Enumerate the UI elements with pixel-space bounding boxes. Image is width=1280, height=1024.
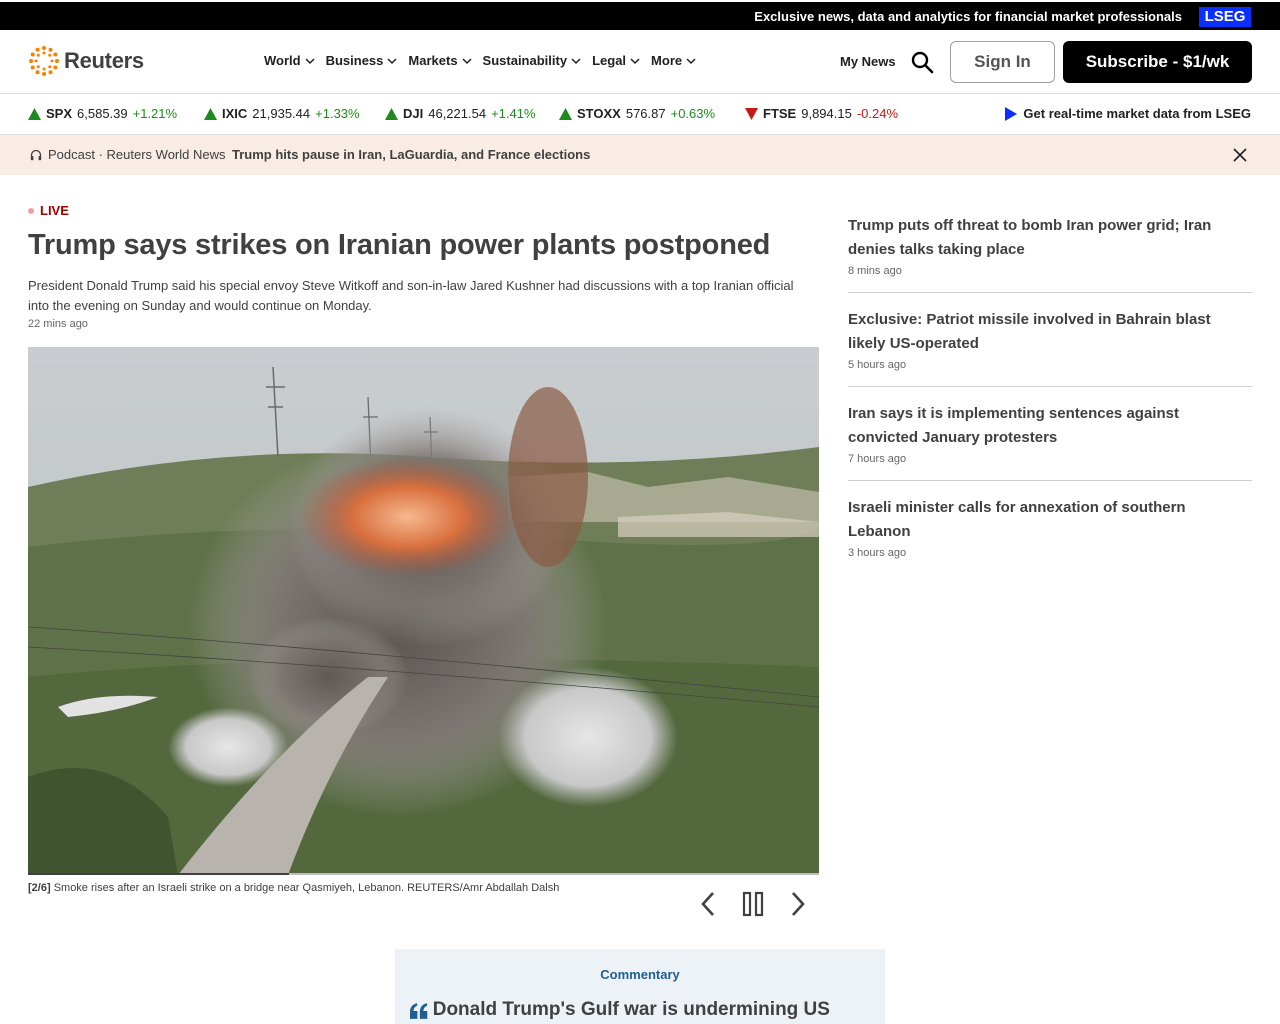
story-item[interactable]: Israeli minister calls for annexation of… [848,496,1252,574]
triangle-up-icon [28,107,41,120]
chevron-down-icon [462,57,472,64]
podcast-bar[interactable]: Podcast · Reuters World News Trump hits … [0,135,1280,175]
commentary-box[interactable]: Commentary Donald Trump's Gulf war is un… [395,949,885,1024]
chevron-down-icon [571,57,581,64]
ticker-change: +1.41% [491,106,536,121]
ticker-item-ftse[interactable]: FTSE 9,894.15 -0.24% [745,106,898,121]
chevron-down-icon [686,57,696,64]
reuters-logo[interactable]: Reuters [28,45,144,77]
ticker-value: 21,935.44 [252,106,311,121]
ticker-item-dji[interactable]: DJI 46,221.54 +1.41% [385,106,536,121]
story-item[interactable]: Iran says it is implementing sentences a… [848,402,1252,481]
ticker-value: 576.87 [625,106,666,121]
realtime-label: Get real-time market data from LSEG [1023,106,1251,121]
ticker-change: +0.63% [670,106,716,121]
live-dot [28,207,34,214]
nav-label: Sustainability [482,53,568,68]
story-time: 8 mins ago [848,265,902,277]
nav-label: Legal [592,53,627,68]
lead-timestamp: 22 mins ago [28,318,88,330]
ticker-symbol: STOXX [577,106,621,121]
ticker-item-spx[interactable]: SPX 6,585.39 +1.21% [28,106,177,121]
quote-icon [409,1003,428,1019]
nav-business[interactable]: Business [326,53,398,68]
nav-label: World [264,53,301,68]
ticker-symbol: FTSE [763,106,797,121]
nav-markets[interactable]: Markets [408,53,472,68]
nav-more[interactable]: More [651,53,696,68]
logo-text: Reuters [64,48,144,73]
triangle-up-icon [204,107,217,120]
story-title[interactable]: Iran says it is implementing sentences a… [848,402,1252,450]
commentary-label: Commentary [600,967,680,982]
lead-photo[interactable] [28,347,819,875]
caption-text: Smoke rises after an Israeli strike on a… [53,882,560,894]
promo-bar[interactable]: Exclusive news, data and analytics for f… [0,0,1280,30]
ticker-change: +1.21% [132,106,178,121]
nav-label: Markets [408,53,458,68]
strike-photo-image [28,347,819,875]
nav-label: Business [325,53,384,68]
caption-index: [2/6] [28,882,51,894]
commentary-headline[interactable]: Donald Trump's Gulf war is undermining U… [409,999,885,1024]
ticker-change: -0.24% [856,106,899,121]
story-title[interactable]: Israeli minister calls for annexation of… [848,496,1252,544]
lead-summary: President Donald Trump said his special … [28,278,794,313]
market-ticker: SPX 6,585.39 +1.21% IXIC 21,935.44 +1.33… [0,95,1280,135]
lead-headline[interactable]: Trump says strikes on Iranian power plan… [28,229,818,262]
previous-photo-button[interactable] [695,890,723,918]
lseg-badge[interactable]: LSEG [1199,7,1251,27]
chevron-down-icon [630,57,640,64]
subscribe-button[interactable]: Subscribe - $1/wk [1063,41,1252,83]
story-item[interactable]: Trump puts off threat to bomb Iran power… [848,214,1252,293]
ticker-symbol: IXIC [222,106,248,121]
ticker-symbol: SPX [46,106,73,121]
ticker-item-ixic[interactable]: IXIC 21,935.44 +1.33% [204,106,360,121]
story-item[interactable]: Exclusive: Patriot missile involved in B… [848,308,1252,387]
ticker-item-stoxx[interactable]: STOXX 576.87 +0.63% [559,106,715,121]
reuters-logo-icon [29,46,59,76]
photo-caption: [2/6] Smoke rises after an Israeli strik… [28,882,668,894]
realtime-data-link[interactable]: Get real-time market data from LSEG [1005,106,1251,121]
next-photo-button[interactable] [783,890,811,918]
related-stories: Trump puts off threat to bomb Iran power… [848,214,1252,589]
live-label: LIVE [40,203,69,218]
nav-label: More [651,53,683,68]
story-title[interactable]: Trump puts off threat to bomb Iran power… [848,214,1252,262]
search-icon[interactable] [910,50,934,74]
headphones-icon [30,149,42,161]
podcast-label: Podcast · Reuters World News [48,147,226,162]
nav-world[interactable]: World [264,53,315,68]
ticker-change: +1.33% [315,106,360,121]
story-title[interactable]: Exclusive: Patriot missile involved in B… [848,308,1252,356]
promo-text[interactable]: Exclusive news, data and analytics for f… [754,9,1182,24]
triangle-up-icon [385,107,398,120]
sign-in-button[interactable]: Sign In [950,41,1055,83]
triangle-up-icon [559,107,572,120]
site-header: Reuters World Business Markets Sustainab… [0,30,1280,94]
nav-sustainability[interactable]: Sustainability [483,53,582,68]
podcast-title[interactable]: Trump hits pause in Iran, LaGuardia, and… [232,147,590,162]
triangle-down-icon [745,107,758,120]
main-nav: World Business Markets Sustainability Le… [264,53,707,68]
chevron-down-icon [305,57,315,64]
story-time: 7 hours ago [848,453,907,465]
live-badge: LIVE [28,203,69,218]
pause-gallery-button[interactable] [739,890,767,918]
ticker-value: 6,585.39 [77,106,128,121]
ticker-value: 9,894.15 [801,106,852,121]
ticker-value: 46,221.54 [428,106,487,121]
chevron-down-icon [387,57,397,64]
commentary-title[interactable]: Donald Trump's Gulf war is undermining U… [433,999,885,1024]
my-news-link[interactable]: My News [840,54,896,69]
nav-legal[interactable]: Legal [592,53,640,68]
close-icon[interactable] [1232,147,1248,163]
play-icon [1005,106,1018,121]
ticker-symbol: DJI [403,106,424,121]
story-time: 5 hours ago [848,359,907,371]
story-time: 3 hours ago [848,547,907,559]
